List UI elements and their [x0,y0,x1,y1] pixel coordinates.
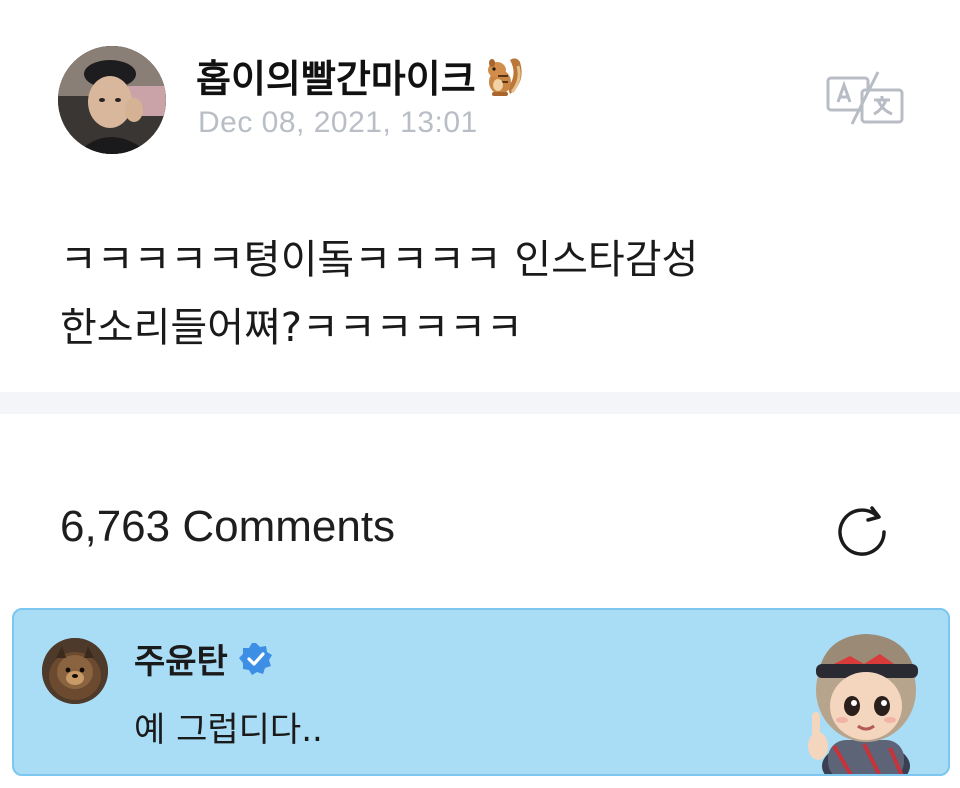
translate-button[interactable] [826,70,904,126]
comments-count: 6,763 Comments [60,502,396,551]
verified-badge-icon [238,641,274,677]
chipmunk-emoji-icon [480,52,528,100]
character-sticker-icon [794,616,944,774]
section-divider [0,392,960,414]
comment-author-avatar[interactable] [42,638,108,704]
post-timestamp: Dec 08, 2021, 13:01 [198,106,478,139]
comment-text: 예 그럽디다.. [134,710,323,750]
dog-avatar-photo [42,638,108,704]
refresh-icon [838,506,886,556]
author-name-text: 홉이의빨간마이크 [196,57,476,101]
author-name[interactable]: 홉이의빨간마이크 [196,48,528,103]
author-avatar[interactable] [58,46,166,154]
highlighted-comment[interactable]: 주윤탄 예 그럽디다.. [12,608,950,776]
translate-icon [826,71,904,125]
comment-author-name: 주윤탄 [134,642,228,682]
post-header: 홉이의빨간마이크 Dec 08, 2021, 13:01 [0,0,960,180]
comment-author[interactable]: 주윤탄 [134,634,274,683]
refresh-button[interactable] [832,502,892,562]
post-body-text: ㅋㅋㅋㅋㅋ텽이돜ㅋㅋㅋㅋ 인스타감성 한소리들어쪄?ㅋㅋㅋㅋㅋㅋ [60,237,699,351]
avatar-photo [58,46,166,154]
